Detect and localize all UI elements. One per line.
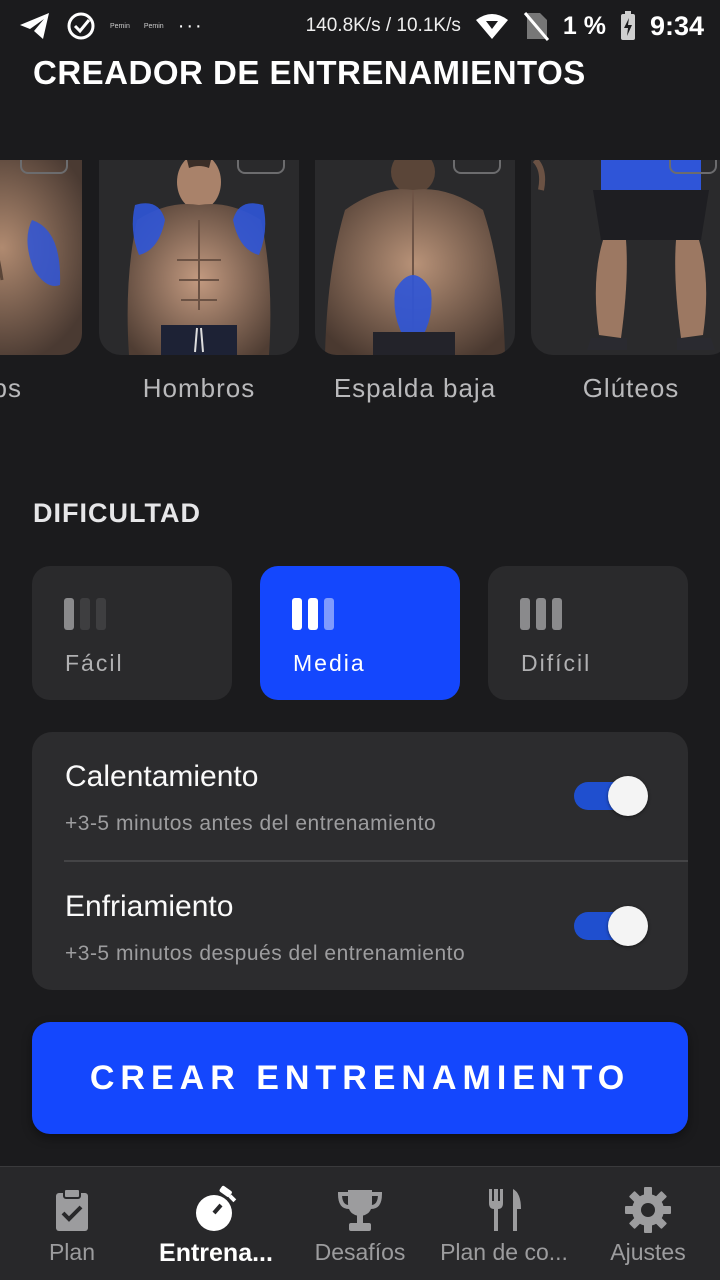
telegram-icon (20, 13, 49, 39)
difficulty-selector: Fácil Media Difícil (32, 566, 688, 700)
option-warmup[interactable]: Calentamiento +3-5 minutos antes del ent… (32, 732, 688, 860)
difficulty-label: Media (293, 650, 366, 676)
muscle-group-carousel[interactable]: ps Hombr (0, 160, 720, 420)
battery-charging-icon (620, 11, 635, 40)
difficulty-option-dificil[interactable]: Difícil (488, 566, 688, 700)
muscle-checkbox[interactable] (453, 160, 501, 174)
stopwatch-icon (196, 1185, 237, 1231)
difficulty-section-title: DIFICULTAD (33, 498, 201, 528)
cooldown-toggle[interactable] (574, 906, 648, 946)
muscle-card-hombros[interactable]: Hombros (99, 160, 299, 404)
muscle-card-gluteos[interactable]: Glúteos (531, 160, 720, 404)
muscle-label: Glúteos (582, 373, 680, 403)
fork-knife-icon (489, 1189, 521, 1231)
notification-label: Pemin (143, 22, 164, 30)
nav-item-plan[interactable]: Plan (0, 1167, 144, 1280)
nav-item-desafios[interactable]: Desafíos (288, 1167, 432, 1280)
nav-label: Plan de co... (440, 1239, 568, 1265)
difficulty-option-media[interactable]: Media (260, 566, 460, 700)
nav-item-ajustes[interactable]: Ajustes (576, 1167, 720, 1280)
battery-level: 1 % (562, 11, 606, 40)
gear-icon (625, 1187, 671, 1233)
more-notifications-icon: ··· (177, 14, 204, 37)
network-speed: 140.8K/s / 10.1K/s (305, 15, 461, 36)
option-title: Enfriamiento (65, 890, 234, 923)
option-subtitle: +3-5 minutos después del entrenamiento (65, 942, 466, 965)
muscle-card-espalda-baja[interactable]: Espalda baja (315, 160, 515, 404)
difficulty-bars-icon (64, 598, 106, 630)
page-title: CREADOR DE ENTRENAMIENTOS (33, 54, 586, 91)
muscle-checkbox[interactable] (669, 160, 717, 174)
clipboard-icon (56, 1188, 88, 1231)
clock: 9:34 (649, 10, 704, 41)
notification-label: Pemin (110, 22, 130, 30)
muscle-image (531, 160, 720, 355)
check-circle-icon (67, 12, 95, 40)
muscle-label: Espalda baja (333, 373, 497, 403)
muscle-checkbox[interactable] (237, 160, 285, 174)
nav-item-plan-comidas[interactable]: Plan de co... (432, 1167, 576, 1280)
option-cooldown[interactable]: Enfriamiento +3-5 minutos después del en… (32, 862, 688, 990)
difficulty-bars-icon (292, 598, 334, 630)
muscle-image (315, 160, 515, 355)
muscle-image (99, 160, 299, 355)
muscle-card-triceps[interactable]: ps (0, 160, 82, 404)
bottom-navigation: Plan Entrena... Desafíos Plan de co... A… (0, 1166, 720, 1280)
nav-label: Ajustes (610, 1239, 686, 1265)
no-sim-icon (523, 12, 549, 41)
create-workout-button[interactable]: CREAR ENTRENAMIENTO (32, 1022, 688, 1134)
difficulty-label: Difícil (521, 650, 592, 676)
option-subtitle: +3-5 minutos antes del entrenamiento (65, 812, 437, 835)
muscle-image (0, 160, 82, 355)
nav-label: Plan (48, 1239, 96, 1265)
toggle-knob (608, 776, 648, 816)
nav-label: Desafíos (314, 1239, 406, 1265)
trophy-icon (337, 1190, 383, 1231)
status-bar: Pemin Pemin ··· 140.8K/s / 10.1K/s 1 % 9… (0, 0, 720, 52)
difficulty-option-facil[interactable]: Fácil (32, 566, 232, 700)
muscle-label: ps (0, 373, 22, 403)
muscle-label: Hombros (142, 373, 256, 403)
option-title: Calentamiento (65, 760, 259, 793)
warmup-toggle[interactable] (574, 776, 648, 816)
toggle-knob (608, 906, 648, 946)
difficulty-bars-icon (520, 598, 562, 630)
muscle-checkbox[interactable] (20, 160, 68, 174)
difficulty-label: Fácil (65, 650, 124, 676)
nav-label: Entrena... (159, 1239, 273, 1267)
wifi-icon (475, 14, 508, 39)
options-panel: Calentamiento +3-5 minutos antes del ent… (32, 732, 688, 990)
nav-item-entrenamientos[interactable]: Entrena... (144, 1167, 288, 1280)
